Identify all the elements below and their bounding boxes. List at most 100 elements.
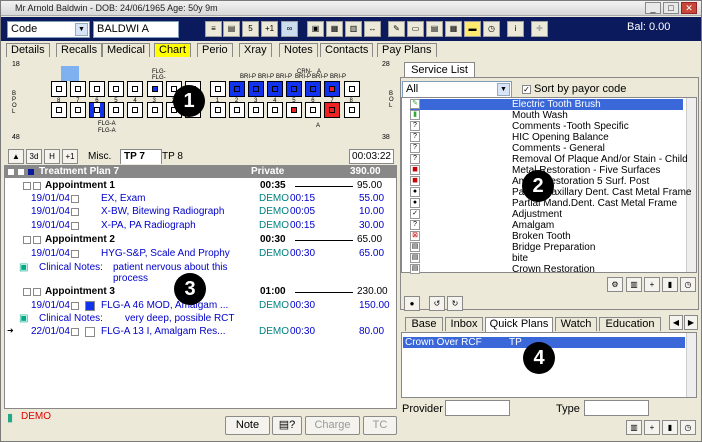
- medical-cross-icon[interactable]: ✚: [531, 21, 548, 37]
- collapse-icon[interactable]: [7, 168, 15, 176]
- chart-icon[interactable]: ▦: [445, 21, 462, 37]
- maximize-button[interactable]: □: [663, 2, 679, 14]
- upper-tooth[interactable]: [146, 81, 163, 97]
- quick-plans-scrollbar[interactable]: [686, 333, 696, 397]
- lower-tooth[interactable]: [343, 102, 360, 118]
- item-checkbox[interactable]: [71, 222, 79, 230]
- minus-icon[interactable]: ↔: [364, 21, 381, 37]
- document-icon[interactable]: ▤: [426, 21, 443, 37]
- btn-h[interactable]: H: [44, 149, 60, 164]
- toolbar-five-button[interactable]: 5: [242, 21, 259, 37]
- grid-icon-bottom[interactable]: ▥: [626, 420, 642, 435]
- upper-tooth[interactable]: [209, 81, 226, 97]
- service-item[interactable]: ? Amalgam: [410, 220, 683, 231]
- item-checkbox[interactable]: [71, 302, 79, 310]
- btn-plus-one[interactable]: +1: [62, 149, 78, 164]
- tab-contacts[interactable]: Contacts: [320, 43, 374, 57]
- lower-tooth[interactable]: [108, 102, 125, 118]
- tab-details[interactable]: Details: [6, 43, 50, 57]
- lower-tooth[interactable]: [228, 102, 245, 118]
- search-type-select[interactable]: Code ▼: [7, 21, 90, 38]
- tooth-tool-icon[interactable]: ⚙: [607, 277, 623, 292]
- lower-tooth[interactable]: [70, 102, 87, 118]
- lower-tooth[interactable]: [267, 102, 284, 118]
- tab-tp8[interactable]: TP 8: [162, 151, 183, 162]
- trash-icon-footer[interactable]: ▮: [7, 411, 21, 425]
- add-icon-bottom[interactable]: +: [644, 420, 660, 435]
- item-checkbox[interactable]: [71, 208, 79, 216]
- plan-header-row[interactable]: Treatment Plan 7 Private 390.00: [5, 166, 396, 178]
- tab-service-list[interactable]: Service List: [404, 62, 475, 77]
- undo-icon[interactable]: ↺: [429, 296, 445, 311]
- upper-tooth[interactable]: [70, 81, 87, 97]
- tc-button[interactable]: TC: [363, 416, 397, 435]
- close-button[interactable]: ✕: [681, 2, 697, 14]
- note-button[interactable]: Note: [225, 416, 270, 435]
- tab-education[interactable]: Education: [599, 317, 661, 331]
- upper-tooth[interactable]: [228, 81, 245, 97]
- note-query-icon[interactable]: ▤?: [272, 416, 302, 435]
- toolbar-plus-button[interactable]: +1: [261, 21, 278, 37]
- service-item[interactable]: ▤ bite: [410, 253, 683, 264]
- appointment-checkbox[interactable]: [23, 288, 31, 296]
- tab-tp7[interactable]: TP 7: [120, 149, 162, 164]
- appointment-select-checkbox[interactable]: [33, 236, 41, 244]
- plan-checkbox[interactable]: [17, 168, 25, 176]
- upper-tooth[interactable]: [305, 81, 322, 97]
- patient-search-input[interactable]: BALDWI A: [93, 21, 179, 38]
- item-checkbox[interactable]: [71, 328, 79, 336]
- upper-tooth[interactable]: [286, 81, 303, 97]
- upper-tooth[interactable]: [324, 81, 341, 97]
- delete-icon[interactable]: ▮: [662, 277, 678, 292]
- appointment-select-checkbox[interactable]: [33, 182, 41, 190]
- calendar-icon[interactable]: ▦: [326, 21, 343, 37]
- tab-xray[interactable]: Xray: [239, 43, 272, 57]
- upper-tooth[interactable]: [343, 81, 360, 97]
- tab-recalls[interactable]: Recalls: [56, 43, 103, 57]
- history-icon[interactable]: ◷: [680, 277, 696, 292]
- appointment-checkbox[interactable]: [23, 182, 31, 190]
- delete-icon-bottom[interactable]: ▮: [662, 420, 678, 435]
- note-icon[interactable]: ▬: [464, 21, 481, 37]
- service-item[interactable]: ? Removal Of Plaque And/or Stain - Child: [410, 154, 688, 165]
- lower-tooth[interactable]: [248, 102, 264, 118]
- tab-notes[interactable]: Notes: [279, 43, 318, 57]
- lower-tooth[interactable]: [146, 102, 163, 118]
- upper-tooth[interactable]: [89, 81, 106, 97]
- service-item[interactable]: ? Comments - General: [410, 143, 683, 154]
- minimize-button[interactable]: _: [645, 2, 661, 14]
- appointment-checkbox[interactable]: [23, 236, 31, 244]
- tab-medical[interactable]: Medical: [102, 43, 150, 57]
- folder-icon[interactable]: ▭: [407, 21, 424, 37]
- upper-tooth[interactable]: [108, 81, 125, 97]
- pin-icon[interactable]: ●: [404, 296, 420, 311]
- lower-tooth[interactable]: [305, 102, 322, 118]
- tooth-icon[interactable]: ✎: [388, 21, 405, 37]
- redo-icon[interactable]: ↻: [447, 296, 463, 311]
- add-icon[interactable]: +: [644, 277, 660, 292]
- service-item[interactable]: ▮ Mouth Wash: [410, 110, 683, 121]
- tab-misc[interactable]: Misc.: [88, 151, 111, 162]
- upper-tooth[interactable]: [248, 81, 264, 97]
- provider-input[interactable]: [445, 400, 510, 416]
- tab-watch[interactable]: Watch: [555, 317, 597, 331]
- service-item[interactable]: ? Comments -Tooth Specific: [410, 121, 683, 132]
- tab-inbox[interactable]: Inbox: [445, 317, 483, 331]
- item-checkbox[interactable]: [71, 250, 79, 258]
- lower-tooth[interactable]: [209, 102, 226, 118]
- tab-scroll-right-icon[interactable]: ▶: [684, 315, 698, 330]
- service-item[interactable]: ✎ Electric Tooth Brush: [410, 99, 683, 110]
- tab-pay-plans[interactable]: Pay Plans: [377, 43, 437, 57]
- upper-tooth[interactable]: [51, 81, 67, 97]
- type-input[interactable]: [584, 400, 649, 416]
- lower-tooth[interactable]: [286, 102, 303, 118]
- grid-icon[interactable]: ▥: [626, 277, 642, 292]
- sort-checkbox[interactable]: ✓: [522, 85, 531, 94]
- lower-tooth[interactable]: [127, 102, 144, 118]
- history-icon-bottom[interactable]: ◷: [680, 420, 696, 435]
- link-icon[interactable]: ∞: [281, 21, 298, 37]
- save-icon[interactable]: ▣: [307, 21, 324, 37]
- tab-chart[interactable]: Chart: [154, 43, 191, 57]
- service-item[interactable]: ✓ Adjustment: [410, 209, 683, 220]
- tab-perio[interactable]: Perio: [197, 43, 233, 57]
